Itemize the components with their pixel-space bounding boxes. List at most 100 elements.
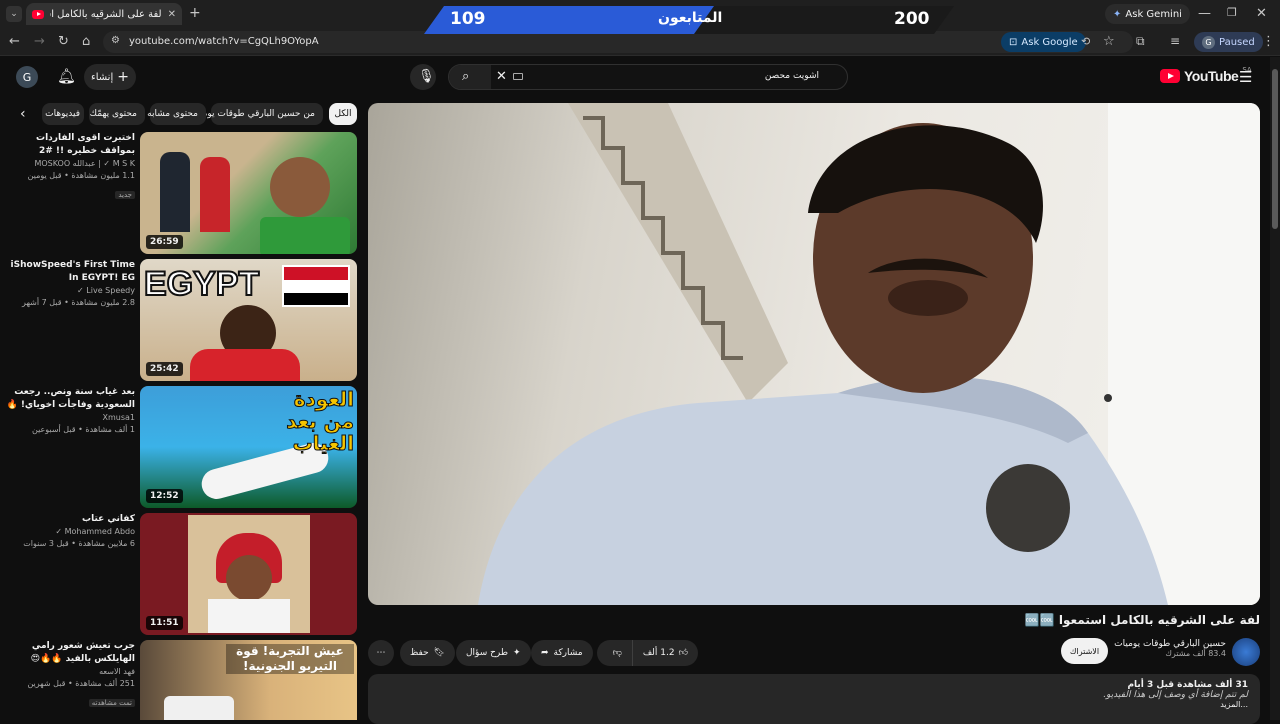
youtube-logo[interactable]: YouTube SA [1160, 66, 1252, 84]
page-scrollbar[interactable] [1270, 57, 1280, 720]
subscribe-button[interactable]: الاشتراك [1061, 638, 1108, 664]
reload-icon[interactable]: ↻ [58, 34, 69, 49]
save-label: حفظ [410, 648, 429, 658]
keyboard-icon[interactable] [513, 73, 523, 80]
thumb-figure [160, 152, 190, 232]
url-text: youtube.com/watch?v=CgQLh9OYopA [129, 36, 319, 47]
scrollbar-thumb[interactable] [1272, 69, 1278, 229]
related-channel: Live Speedy ✓ [77, 286, 135, 295]
chips-scroll-left-icon[interactable]: ‹ [20, 106, 26, 122]
lens-icon: ⊡ [1009, 36, 1018, 48]
create-label: إنشاء [91, 71, 114, 83]
voice-search-button[interactable]: 🎙︎ [410, 64, 436, 90]
like-count: 1.2 ألف [642, 648, 675, 658]
thumb-truck [164, 696, 234, 720]
related-info[interactable]: اختبرت اقوى الفاردات بمواقف خطيره !! #2 … [5, 132, 135, 201]
save-icon: 🔖︎ [433, 648, 446, 658]
view-count: 31 ألف مشاهدة قبل 3 أيام [1127, 680, 1248, 690]
chip-for-you[interactable]: محتوى يهمّك [89, 103, 145, 125]
chip-all[interactable]: الكل [329, 103, 357, 125]
tab-search-icon[interactable]: ⌄ [6, 6, 22, 22]
dislike-button[interactable]: 👎︎ [603, 640, 632, 666]
related-title: اختبرت اقوى الفاردات بمواقف خطيره !! #2 [36, 133, 135, 156]
thumb-robe [208, 599, 290, 633]
chip-from-channel[interactable]: من حسين البارقي طوقات يوميات [189, 103, 323, 125]
ask-label: طرح سؤال [466, 648, 509, 658]
thumb-poster [188, 515, 310, 633]
thumb-caption: عيش التجربة! قوة التيربو الجنونية! [226, 644, 354, 674]
related-info[interactable]: iShowSpeed's First Time In EGYPT! EG Liv… [5, 259, 135, 309]
hamburger-menu-icon[interactable]: ☰ [1239, 68, 1252, 86]
media-control-icon[interactable]: ≡ [1170, 34, 1180, 48]
related-title: iShowSpeed's First Time In EGYPT! EG [10, 260, 135, 283]
more-actions-button[interactable]: ⋯ [368, 640, 394, 666]
related-info[interactable]: جرب تعيش شعور رامي الهايلكس بالفيد 🔥🔥😍 ف… [5, 640, 135, 709]
bookmark-star-icon[interactable]: ☆ [1103, 34, 1115, 49]
share-button[interactable]: مشاركة ➦ [531, 640, 593, 666]
ask-google-button[interactable]: ⊡ Ask Google [1001, 32, 1086, 52]
like-dislike-group: 👍︎ 1.2 ألف 👎︎ [597, 640, 698, 666]
browser-menu-icon[interactable]: ⋮ [1262, 34, 1275, 49]
extensions-icon[interactable]: ⧉ [1136, 34, 1145, 49]
follower-goal-banner: 109 المتابعون 200 [424, 6, 954, 34]
thumb-figure [270, 157, 330, 217]
subscriber-count: 83.4 ألف مشترك [1165, 649, 1226, 658]
follower-label: المتابعون [658, 10, 723, 26]
account-avatar[interactable]: G [16, 66, 38, 88]
clear-search-icon[interactable]: ✕ [496, 69, 507, 84]
related-meta: 6 ملايين مشاهدة • قبل 3 سنوات [23, 539, 135, 548]
thumb-bin [260, 217, 350, 254]
search-input[interactable]: اشويت محصن [765, 71, 819, 81]
active-tab[interactable]: لفة على الشرقيه بالكامل استمعوا ✕ [26, 3, 182, 25]
create-button[interactable]: إنشاء + [84, 64, 136, 90]
sparkle-icon: ✦ [513, 648, 521, 658]
youtube-favicon-icon [32, 9, 44, 19]
forward-icon[interactable]: → [34, 34, 45, 49]
description-box[interactable]: 31 ألف مشاهدة قبل 3 أيام لم تتم إضافة أي… [368, 674, 1260, 724]
back-icon[interactable]: ← [9, 34, 20, 49]
follower-count: 109 [450, 9, 486, 29]
new-badge: جديد [115, 191, 135, 199]
related-info[interactable]: بعد غياب سنة ونص.. رجعت السعودية وفاجأت … [5, 386, 135, 436]
thumb-caption: EGYPT [143, 264, 260, 304]
description-text: لم تتم إضافة أي وصف إلى هذا الفيديو. [1103, 690, 1248, 700]
egypt-flag [282, 265, 350, 307]
video-player[interactable] [368, 103, 1260, 605]
show-more-link[interactable]: ...المزيد [380, 700, 1248, 709]
chip-videos[interactable]: فيديوهات [42, 103, 84, 125]
ask-gemini-label: Ask Gemini [1125, 8, 1182, 20]
share-icon: ➦ [541, 648, 549, 658]
tab-title: لفة على الشرقيه بالكامل استمعوا [50, 8, 162, 20]
related-info[interactable]: كفاني عتاب Mohammed Abdo ✓ 6 ملايين مشاه… [5, 513, 135, 550]
related-channel: Xmusa1 [102, 413, 135, 422]
channel-info[interactable]: حسين البارقي طوقات يوميات 83.4 ألف مشترك [1100, 639, 1226, 658]
ask-button[interactable]: ✦ طرح سؤال [456, 640, 531, 666]
related-channel: M S K ✓ | عبدالله MOSKOO [34, 159, 135, 168]
youtube-logo-text: YouTube [1184, 68, 1239, 84]
related-meta: 1 ألف مشاهدة • قبل أسبوعين [32, 425, 135, 434]
related-thumbnail[interactable]: عيش التجربة! قوة التيربو الجنونية! [140, 640, 357, 720]
new-tab-icon[interactable]: + [189, 5, 201, 21]
tab-close-icon[interactable]: ✕ [168, 9, 176, 20]
site-info-icon[interactable]: ⚙ [111, 35, 120, 46]
like-button[interactable]: 👍︎ 1.2 ألف [631, 640, 698, 666]
ask-gemini-button[interactable]: ✦ Ask Gemini [1105, 4, 1190, 24]
video-duration: 25:42 [146, 362, 183, 376]
maximize-icon[interactable]: ❐ [1227, 6, 1237, 19]
chip-related[interactable]: محتوى مشابه [147, 103, 206, 125]
minimize-icon[interactable]: — [1198, 6, 1211, 21]
channel-name: حسين البارقي طوقات يوميات [1114, 639, 1226, 649]
notifications-bell-icon[interactable]: 🔔︎ [57, 67, 76, 85]
related-title: جرب تعيش شعور رامي الهايلكس بالفيد 🔥🔥😍 [30, 641, 135, 664]
profile-avatar: G [1202, 35, 1215, 49]
translate-icon[interactable]: ⟲ [1081, 35, 1090, 48]
thumb-figure [190, 349, 300, 381]
channel-avatar[interactable] [1232, 638, 1260, 666]
window-close-icon[interactable]: ✕ [1256, 6, 1267, 21]
profile-paused-button[interactable]: G Paused [1194, 32, 1263, 52]
search-button[interactable]: ⌕ [449, 65, 491, 89]
omnibox[interactable]: ⚙ youtube.com/watch?v=CgQLh9OYopA ⊡ Ask … [103, 31, 1133, 53]
save-button[interactable]: 🔖︎ حفظ [400, 640, 456, 666]
thumbs-up-icon: 👍︎ [678, 648, 688, 658]
home-icon[interactable]: ⌂ [82, 34, 90, 49]
